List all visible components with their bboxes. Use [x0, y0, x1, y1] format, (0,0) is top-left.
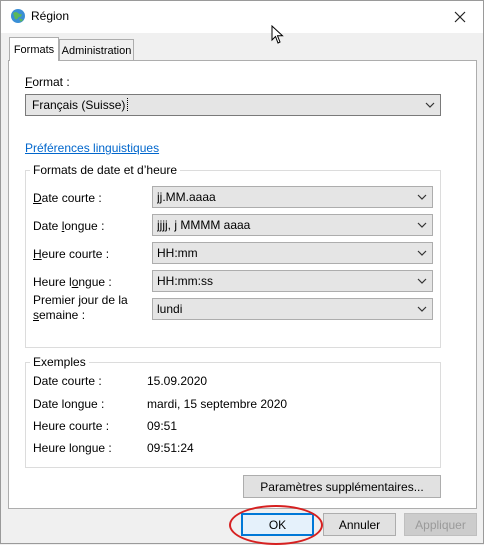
language-preferences-link[interactable]: Préférences linguistiques [25, 141, 159, 155]
example-short-date-label: Date courte : [33, 374, 102, 388]
region-dialog: Région Formats Administration Format : F… [0, 0, 484, 545]
apply-button[interactable]: Appliquer [404, 513, 477, 536]
tab-label: Formats [13, 43, 55, 56]
example-short-time-value: 09:51 [147, 419, 178, 433]
example-long-time-label: Heure longue : [33, 441, 112, 455]
chevron-down-icon [417, 222, 427, 228]
close-icon [454, 11, 466, 22]
long-time-select[interactable]: HH:mm:ss [152, 270, 433, 292]
globe-icon [11, 9, 25, 23]
ok-label: OK [268, 517, 287, 532]
chevron-down-icon [417, 278, 427, 284]
first-day-label-line1: Premier jour de la [33, 293, 128, 307]
chevron-down-icon [417, 194, 427, 200]
title-bar: Région [1, 1, 483, 33]
cancel-button[interactable]: Annuler [323, 513, 396, 536]
format-label-rest: ormat : [32, 75, 70, 89]
long-time-value: HH:mm:ss [157, 274, 213, 288]
ok-button[interactable]: OK [241, 513, 314, 536]
first-day-select[interactable]: lundi [152, 298, 433, 320]
example-long-time-value: 09:51:24 [147, 441, 194, 455]
chevron-down-icon [425, 102, 435, 108]
tab-formats[interactable]: Formats [9, 37, 59, 61]
formats-panel: Format : Français (Suisse) Préférences l… [8, 60, 477, 509]
chevron-down-icon [417, 306, 427, 312]
first-day-value: lundi [157, 302, 183, 316]
short-date-label: Date courte : [33, 191, 102, 205]
long-date-value: jjjj, j MMMM aaaa [157, 218, 251, 232]
tab-administration[interactable]: Administration [59, 39, 134, 61]
format-select-value: Français (Suisse) [30, 98, 129, 112]
short-time-label: Heure courte : [33, 247, 110, 261]
long-date-label: Date longue : [33, 219, 105, 233]
tab-label: Administration [61, 44, 132, 57]
example-long-date-label: Date longue : [33, 397, 105, 411]
example-long-date-value: mardi, 15 septembre 2020 [147, 397, 288, 411]
cancel-label: Annuler [338, 517, 381, 532]
date-time-formats-title: Formats de date et d’heure [30, 163, 181, 177]
first-day-label-line2: semaine : [33, 308, 86, 322]
mouse-cursor-icon [271, 25, 284, 44]
short-date-value: jj.MM.aaaa [157, 190, 216, 204]
format-select[interactable]: Français (Suisse) [25, 94, 441, 116]
window-title: Région [31, 9, 70, 23]
additional-settings-button[interactable]: Paramètres supplémentaires... [243, 475, 441, 498]
example-short-time-label: Heure courte : [33, 419, 110, 433]
long-date-select[interactable]: jjjj, j MMMM aaaa [152, 214, 433, 236]
apply-label: Appliquer [415, 517, 466, 532]
examples-title: Exemples [30, 355, 89, 369]
long-time-label: Heure longue : [33, 275, 112, 289]
short-time-value: HH:mm [157, 246, 198, 260]
chevron-down-icon [417, 250, 427, 256]
format-label: Format : [25, 75, 70, 89]
example-short-date-value: 15.09.2020 [147, 374, 208, 388]
additional-settings-label: Paramètres supplémentaires... [260, 479, 424, 494]
short-date-select[interactable]: jj.MM.aaaa [152, 186, 433, 208]
close-button[interactable] [437, 1, 483, 32]
short-time-select[interactable]: HH:mm [152, 242, 433, 264]
